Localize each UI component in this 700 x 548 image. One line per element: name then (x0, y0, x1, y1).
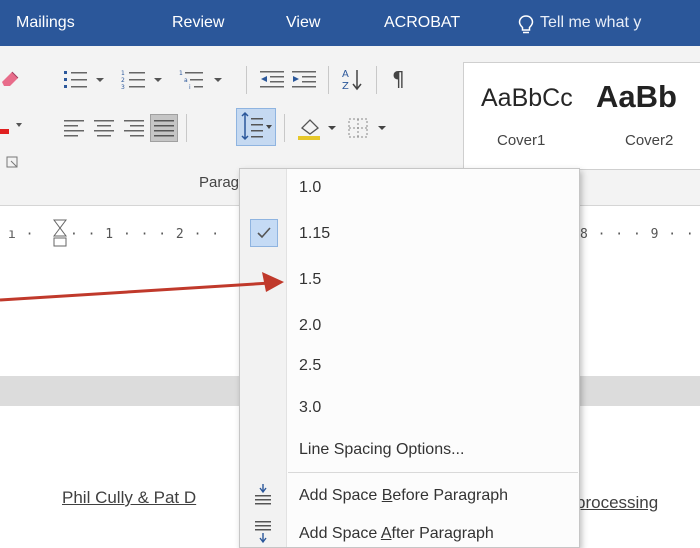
add-space-after-label-post: fter Paragraph (391, 525, 494, 542)
checked-indicator (250, 219, 278, 247)
checkmark-icon (257, 227, 271, 239)
menu-divider (288, 472, 578, 473)
ruler-ticks-left: ı · (8, 227, 35, 242)
dialog-launcher-icon[interactable] (6, 156, 20, 170)
menu-item-line-spacing-1-0[interactable]: 1.0 (299, 179, 321, 197)
align-left-icon[interactable] (62, 116, 86, 140)
document-footer-text: Phil Cully & Pat D (62, 488, 197, 507)
add-space-before-label-pre: Add Space (299, 487, 382, 504)
numbering-icon[interactable]: 1 2 3 (120, 68, 176, 92)
menu-item-line-spacing-options[interactable]: Line Spacing Options... (299, 441, 464, 459)
align-right-icon[interactable] (122, 116, 146, 140)
toolbar-separator (246, 66, 247, 94)
svg-text:2: 2 (121, 77, 125, 84)
toolbar-separator (328, 66, 329, 94)
toolbar-separator (186, 114, 187, 142)
svg-text:1: 1 (121, 70, 125, 77)
add-space-before-accelerator: B (381, 487, 393, 504)
ribbon-tab-bar: Mailings Review View ACROBAT Tell me wha… (0, 0, 700, 46)
tab-view[interactable]: View (286, 14, 320, 32)
style-sample-cover2[interactable]: AaBb (596, 79, 677, 115)
style-sample-cover1[interactable]: AaBbCc (481, 84, 573, 113)
menu-item-line-spacing-1-5[interactable]: 1.5 (299, 271, 321, 289)
decrease-indent-icon[interactable] (258, 68, 288, 92)
tab-acrobat[interactable]: ACROBAT (384, 14, 460, 32)
menu-item-line-spacing-2-0[interactable]: 2.0 (299, 317, 321, 335)
toolbar-separator (376, 66, 377, 94)
svg-text:¶: ¶ (392, 67, 405, 91)
svg-text:i: i (189, 84, 191, 91)
menu-item-line-spacing-2-5[interactable]: 2.5 (299, 357, 321, 375)
svg-text:A: A (342, 69, 349, 80)
ruler-ticks-left-numbers: · · 1 · · · 2 · · (70, 227, 221, 242)
menu-item-add-space-before[interactable]: Add Space Before Paragraph (299, 487, 508, 505)
show-formatting-marks-icon[interactable]: ¶ (388, 66, 412, 92)
line-spacing-menu: 1.0 1.15 1.5 2.0 2.5 3.0 Line Spacing Op… (239, 168, 580, 548)
svg-text:Z: Z (342, 81, 349, 92)
ruler-ticks-right: 8 · · · 9 · · (580, 227, 695, 242)
line-spacing-icon[interactable] (236, 108, 276, 146)
tell-me-text: Tell me what y (540, 14, 642, 31)
svg-text:a: a (184, 77, 188, 84)
menu-item-add-space-after[interactable]: Add Space After Paragraph (299, 525, 494, 543)
toolbar-separator (284, 114, 285, 142)
multilevel-list-icon[interactable]: 1 a i (178, 68, 238, 92)
document-footer-text-right: processing (576, 493, 659, 512)
add-space-before-icon (255, 484, 271, 505)
style-name-cover2: Cover2 (625, 132, 674, 149)
add-space-after-accelerator: A (380, 525, 392, 542)
tab-mailings[interactable]: Mailings (16, 14, 75, 32)
menu-item-line-spacing-1-15[interactable]: 1.15 (299, 225, 330, 243)
svg-text:3: 3 (121, 84, 125, 91)
align-center-icon[interactable] (92, 116, 116, 140)
menu-item-line-spacing-3-0[interactable]: 3.0 (299, 399, 321, 417)
add-space-before-label-post: efore Paragraph (392, 487, 509, 504)
clear-formatting-icon[interactable] (0, 66, 22, 90)
increase-indent-icon[interactable] (290, 68, 320, 92)
borders-icon[interactable] (346, 114, 392, 142)
justify-icon[interactable] (150, 114, 178, 142)
svg-text:1: 1 (179, 70, 183, 77)
add-space-after-label-pre: Add Space (299, 525, 381, 542)
paragraph-group-label: Parag (199, 174, 240, 191)
bullets-icon[interactable] (62, 68, 118, 92)
sort-icon[interactable]: A Z (340, 66, 366, 94)
font-color-icon[interactable] (0, 116, 26, 136)
indent-marker-icon[interactable] (52, 218, 68, 258)
shading-icon[interactable] (296, 114, 342, 142)
tab-review[interactable]: Review (172, 14, 224, 32)
add-space-after-icon (255, 521, 271, 544)
lightbulb-icon (518, 15, 534, 34)
style-name-cover1: Cover1 (497, 132, 546, 149)
